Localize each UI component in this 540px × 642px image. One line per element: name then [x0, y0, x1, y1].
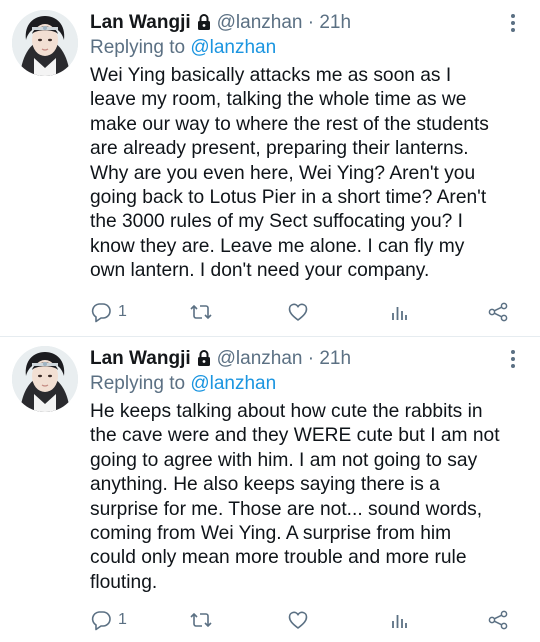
retweet-button[interactable]	[189, 608, 213, 632]
replying-to: Replying to @lanzhan	[90, 372, 276, 396]
separator: ·	[307, 12, 315, 33]
tweet-header: Lan Wangji @lanzhan · 21h	[90, 10, 510, 36]
author-name[interactable]: Lan Wangji	[90, 348, 191, 369]
replying-to: Replying to @lanzhan	[90, 36, 276, 60]
reply-button[interactable]: 1	[90, 300, 127, 324]
tweet-actions: 1	[90, 300, 520, 324]
timestamp[interactable]: 21h	[319, 348, 351, 369]
like-button[interactable]	[287, 608, 309, 632]
retweet-icon	[189, 301, 213, 323]
stats-icon	[389, 301, 409, 323]
stats-button[interactable]	[389, 608, 409, 632]
timestamp[interactable]: 21h	[319, 12, 351, 33]
reply-count: 1	[118, 303, 127, 320]
stats-button[interactable]	[389, 300, 409, 324]
tweet-text: He keeps talking about how cute the rabb…	[90, 401, 500, 593]
mention-link[interactable]: @lanzhan	[190, 37, 276, 58]
more-icon[interactable]	[504, 12, 522, 34]
reply-icon	[90, 609, 112, 631]
avatar-portrait	[12, 346, 78, 412]
tweet-header: Lan Wangji @lanzhan · 21h	[90, 346, 510, 372]
like-icon	[287, 609, 309, 631]
avatar-portrait	[12, 10, 78, 76]
share-button[interactable]	[487, 300, 509, 324]
tweet-text: Wei Ying basically attacks me as soon as…	[90, 65, 489, 282]
share-button[interactable]	[487, 608, 509, 632]
reply-button[interactable]: 1	[90, 608, 127, 632]
share-icon	[487, 301, 509, 323]
stats-icon	[389, 609, 409, 631]
author-name[interactable]: Lan Wangji	[90, 12, 191, 33]
mention-link[interactable]: @lanzhan	[190, 373, 276, 394]
author-handle[interactable]: @lanzhan	[217, 348, 303, 369]
like-icon	[287, 301, 309, 323]
replying-to-label: Replying to	[90, 37, 186, 58]
replying-to-label: Replying to	[90, 373, 186, 394]
reply-icon	[90, 301, 112, 323]
like-button[interactable]	[287, 300, 309, 324]
more-icon[interactable]	[504, 348, 522, 370]
share-icon	[487, 609, 509, 631]
author-handle[interactable]: @lanzhan	[217, 12, 303, 33]
tweet-actions: 1	[90, 608, 520, 632]
tweet[interactable]: Lan Wangji @lanzhan · 21h Replying to @la…	[0, 336, 540, 642]
reply-count: 1	[118, 611, 127, 628]
tweet[interactable]: Lan Wangji @lanzhan · 21h Replying to @la…	[0, 0, 540, 336]
avatar[interactable]	[12, 10, 78, 76]
retweet-button[interactable]	[189, 300, 213, 324]
separator: ·	[307, 348, 315, 369]
avatar[interactable]	[12, 346, 78, 412]
retweet-icon	[189, 609, 213, 631]
